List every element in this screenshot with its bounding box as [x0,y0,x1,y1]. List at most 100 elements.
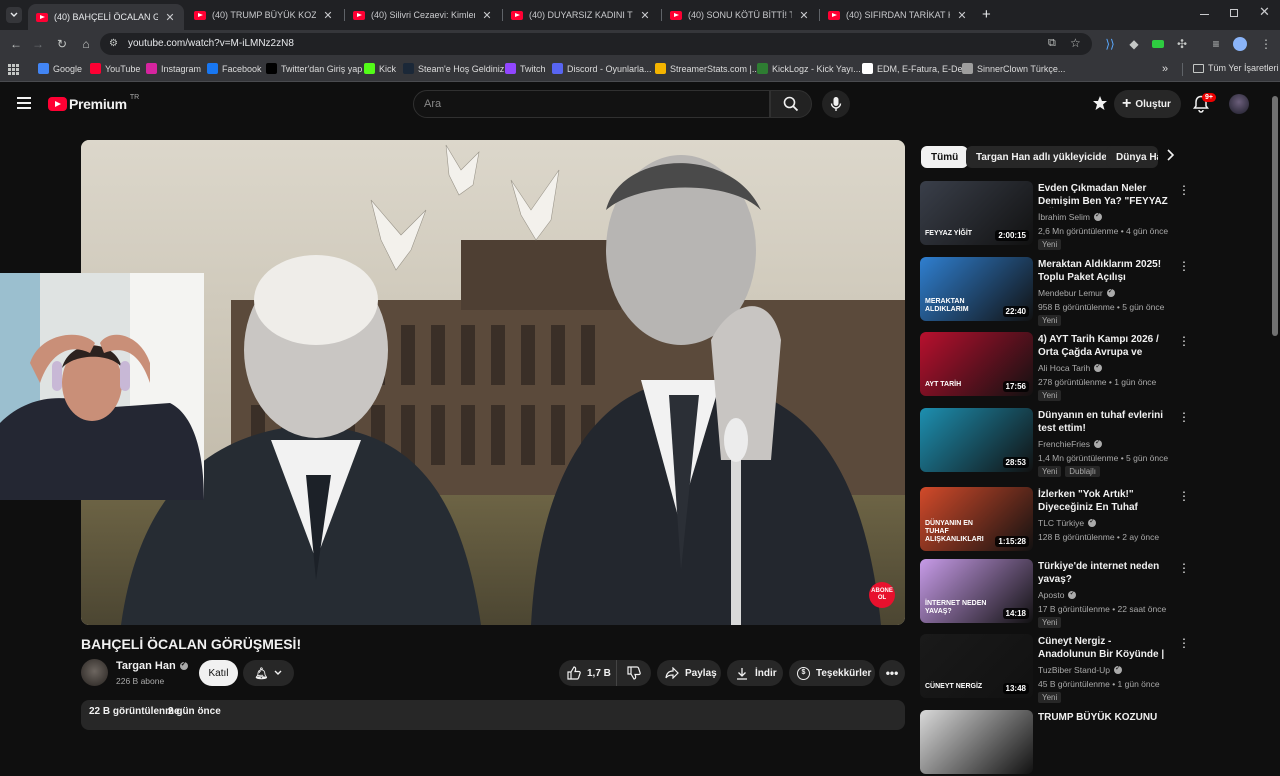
recommended-video-title[interactable]: Dünyanın en tuhaf evlerini test ettim! [1038,409,1172,435]
close-tab-icon[interactable]: ✕ [481,9,493,22]
recommended-channel[interactable]: TuzBiber Stand-Up [1038,664,1122,675]
channel-name[interactable]: Targan Han [116,660,188,672]
bookmark-star-icon[interactable]: ☆ [1070,36,1081,50]
forward-icon[interactable]: → [30,36,46,52]
video-thumbnail[interactable]: CÜNEYT NERGİZ 13:48 [920,634,1033,698]
recommended-video[interactable]: MERAKTAN ALDIKLARIM 22:40 Meraktan Aldıkla… [920,257,1270,326]
more-options-icon[interactable]: ⋮ [1178,259,1190,275]
more-options-icon[interactable]: ⋮ [1178,183,1190,199]
video-player[interactable]: ABONE OL [81,140,905,625]
browser-tab[interactable]: (40) SONU KÖTÜ BİTTİ! Türkiye ✕ [662,4,818,26]
chips-next-arrow-icon[interactable] [1165,148,1175,167]
recommended-channel[interactable]: TLC Türkiye [1038,517,1097,528]
video-thumbnail[interactable]: İNTERNET NEDEN YAVAŞ? 14:18 [920,559,1033,623]
close-tab-icon[interactable]: ✕ [164,11,176,24]
close-tab-icon[interactable]: ✕ [322,9,334,22]
recommended-channel[interactable]: Ali Hoca Tarih [1038,362,1103,373]
extension-translate-icon[interactable]: ⟩⟩ [1102,36,1118,52]
recommended-video-title[interactable]: Cüneyt Nergiz - Anadolunun Bir Köyünde |… [1038,635,1172,661]
reading-list-icon[interactable]: ≡ [1208,36,1224,52]
account-avatar[interactable] [1229,94,1249,114]
create-button[interactable]: + Oluştur [1114,90,1181,118]
bookmark-item[interactable]: Google [38,63,82,74]
bookmark-item[interactable]: Twitter'dan Giriş yap [266,63,362,74]
recommended-video[interactable]: AYT TARİH 17:56 4) AYT Tarih Kampı 2026 / … [920,332,1270,401]
home-icon[interactable]: ⌂ [78,36,94,52]
video-thumbnail[interactable]: MERAKTAN ALDIKLARIM 22:40 [920,257,1033,321]
recommended-video-title[interactable]: İzlerken "Yok Artık!" Diyeceğiniz En Tuh… [1038,488,1172,514]
recommended-channel[interactable]: Mendebur Lemur [1038,287,1115,298]
close-tab-icon[interactable]: ✕ [956,9,968,22]
thanks-button[interactable]: $ Teşekkürler [789,660,875,686]
page-scrollbar[interactable] [1272,96,1278,336]
filter-chip[interactable]: Dünya Ha [1106,146,1158,168]
extension-battery-icon[interactable] [1150,36,1166,52]
recommended-video-title[interactable]: 4) AYT Tarih Kampı 2026 / Orta Çağda Avr… [1038,333,1172,359]
more-options-icon[interactable]: ⋮ [1178,561,1190,577]
profile-avatar[interactable] [1232,36,1248,52]
site-info-icon[interactable]: ⚙ [109,38,118,49]
video-thumbnail[interactable]: DÜNYANIN EN TUHAF ALIŞKANLIKLARI 1:15:28 [920,487,1033,551]
recommended-channel[interactable]: FrenchieFries [1038,438,1102,449]
bookmark-item[interactable]: SinnerClown Türkçe... [962,63,1065,74]
address-bar[interactable]: ⚙ youtube.com/watch?v=M-iLMNz2zN8 ⧉ ☆ [100,33,1092,55]
back-icon[interactable]: ← [8,36,24,52]
browser-tab[interactable]: (40) BAHÇELİ ÖCALAN GÖRÜŞ ✕ [28,4,184,30]
extensions-puzzle-icon[interactable]: ✣ [1174,36,1190,52]
channel-avatar[interactable] [81,659,108,686]
more-actions-button[interactable]: ••• [879,660,905,686]
bookmark-item[interactable]: StreamerStats.com |... [655,63,759,74]
guide-menu-icon[interactable] [17,97,31,109]
recommended-video[interactable]: DÜNYANIN EN TUHAF ALIŞKANLIKLARI 1:15:28 İ… [920,487,1270,553]
recommended-video-title[interactable]: Evden Çıkmadan Neler Demişim Ben Ya? "FE… [1038,182,1172,208]
video-thumbnail[interactable]: FEYYAZ YİĞİT 2:00:15 [920,181,1033,245]
extension-diamond-icon[interactable]: ◆ [1126,36,1142,52]
search-input[interactable]: Ara [413,90,770,118]
more-options-icon[interactable]: ⋮ [1178,410,1190,426]
dislike-button[interactable] [617,660,651,686]
tab-search-icon[interactable] [6,7,22,23]
description-box[interactable]: 22 B görüntülenme 2 gün önce [81,700,905,730]
recommended-video[interactable]: İNTERNET NEDEN YAVAŞ? 14:18 Türkiye'de int… [920,559,1270,628]
youtube-premium-logo[interactable]: Premium TR [48,94,139,112]
bookmark-item[interactable]: Instagram [146,63,201,74]
subscribe-overlay-badge[interactable]: ABONE OL [869,582,895,608]
recommended-video[interactable]: 28:53 Dünyanın en tuhaf evlerini test ett… [920,408,1270,477]
maximize-button[interactable] [1230,9,1238,17]
close-tab-icon[interactable]: ✕ [798,9,810,22]
voice-search-button[interactable] [822,90,850,118]
reload-icon[interactable]: ↻ [54,36,70,52]
subscribed-notification-button[interactable]: 🔔︎ [243,660,294,686]
more-options-icon[interactable]: ⋮ [1178,334,1190,350]
all-bookmarks-folder[interactable]: Tüm Yer İşaretleri [1193,63,1279,73]
recommended-video-title[interactable]: Meraktan Aldıklarım 2025! Toplu Paket Aç… [1038,258,1172,284]
install-app-icon[interactable]: ⧉ [1048,37,1056,50]
recommended-video-title[interactable]: Türkiye'de internet neden yavaş? [1038,560,1172,586]
bookmark-item[interactable]: Kick [364,63,396,74]
more-options-icon[interactable]: ⋮ [1178,489,1190,505]
recommended-channel[interactable]: İbrahim Selim [1038,211,1102,222]
close-window-button[interactable]: ✕ [1259,4,1270,20]
browser-tab[interactable]: (40) DUYARSIZ KADINI Türkiye'y ✕ [503,4,659,26]
bookmark-item[interactable]: Twitch [505,63,546,74]
recommended-video-title[interactable]: TRUMP BÜYÜK KOZUNU [1038,711,1172,724]
browser-tab[interactable]: (40) SIFIRDAN TARİKAT KURDU ✕ [820,4,976,26]
filter-chip[interactable]: Targan Han adlı yükleyiciden [966,146,1124,168]
browser-tab[interactable]: (40) TRUMP BÜYÜK KOZUNU O ✕ [186,4,342,26]
join-button[interactable]: Katıl [199,660,238,686]
apps-grid-icon[interactable] [8,64,19,75]
new-tab-button[interactable]: + [982,6,991,23]
bookmark-item[interactable]: KickLogz - Kick Yayı... [757,63,861,74]
browser-menu-icon[interactable]: ⋮ [1258,36,1274,52]
bookmark-item[interactable]: Steam'e Hoş Geldiniz [403,63,504,74]
video-thumbnail[interactable]: 28:53 [920,408,1033,472]
browser-tab[interactable]: (40) Silivri Cezaevi: Kimler geld ✕ [345,4,501,26]
video-thumbnail[interactable]: AYT TARİH 17:56 [920,332,1033,396]
share-button[interactable]: Paylaş [657,660,721,686]
bookmarks-overflow-icon[interactable]: » [1162,63,1168,75]
recommended-video[interactable]: FEYYAZ YİĞİT 2:00:15 Evden Çıkmadan Neler … [920,181,1270,250]
bookmark-item[interactable]: YouTube [90,63,140,74]
like-button[interactable]: 1,7 B [559,660,617,686]
minimize-button[interactable] [1200,14,1209,15]
recommended-video[interactable]: CÜNEYT NERGİZ 13:48 Cüneyt Nergiz - Anadol… [920,634,1270,703]
